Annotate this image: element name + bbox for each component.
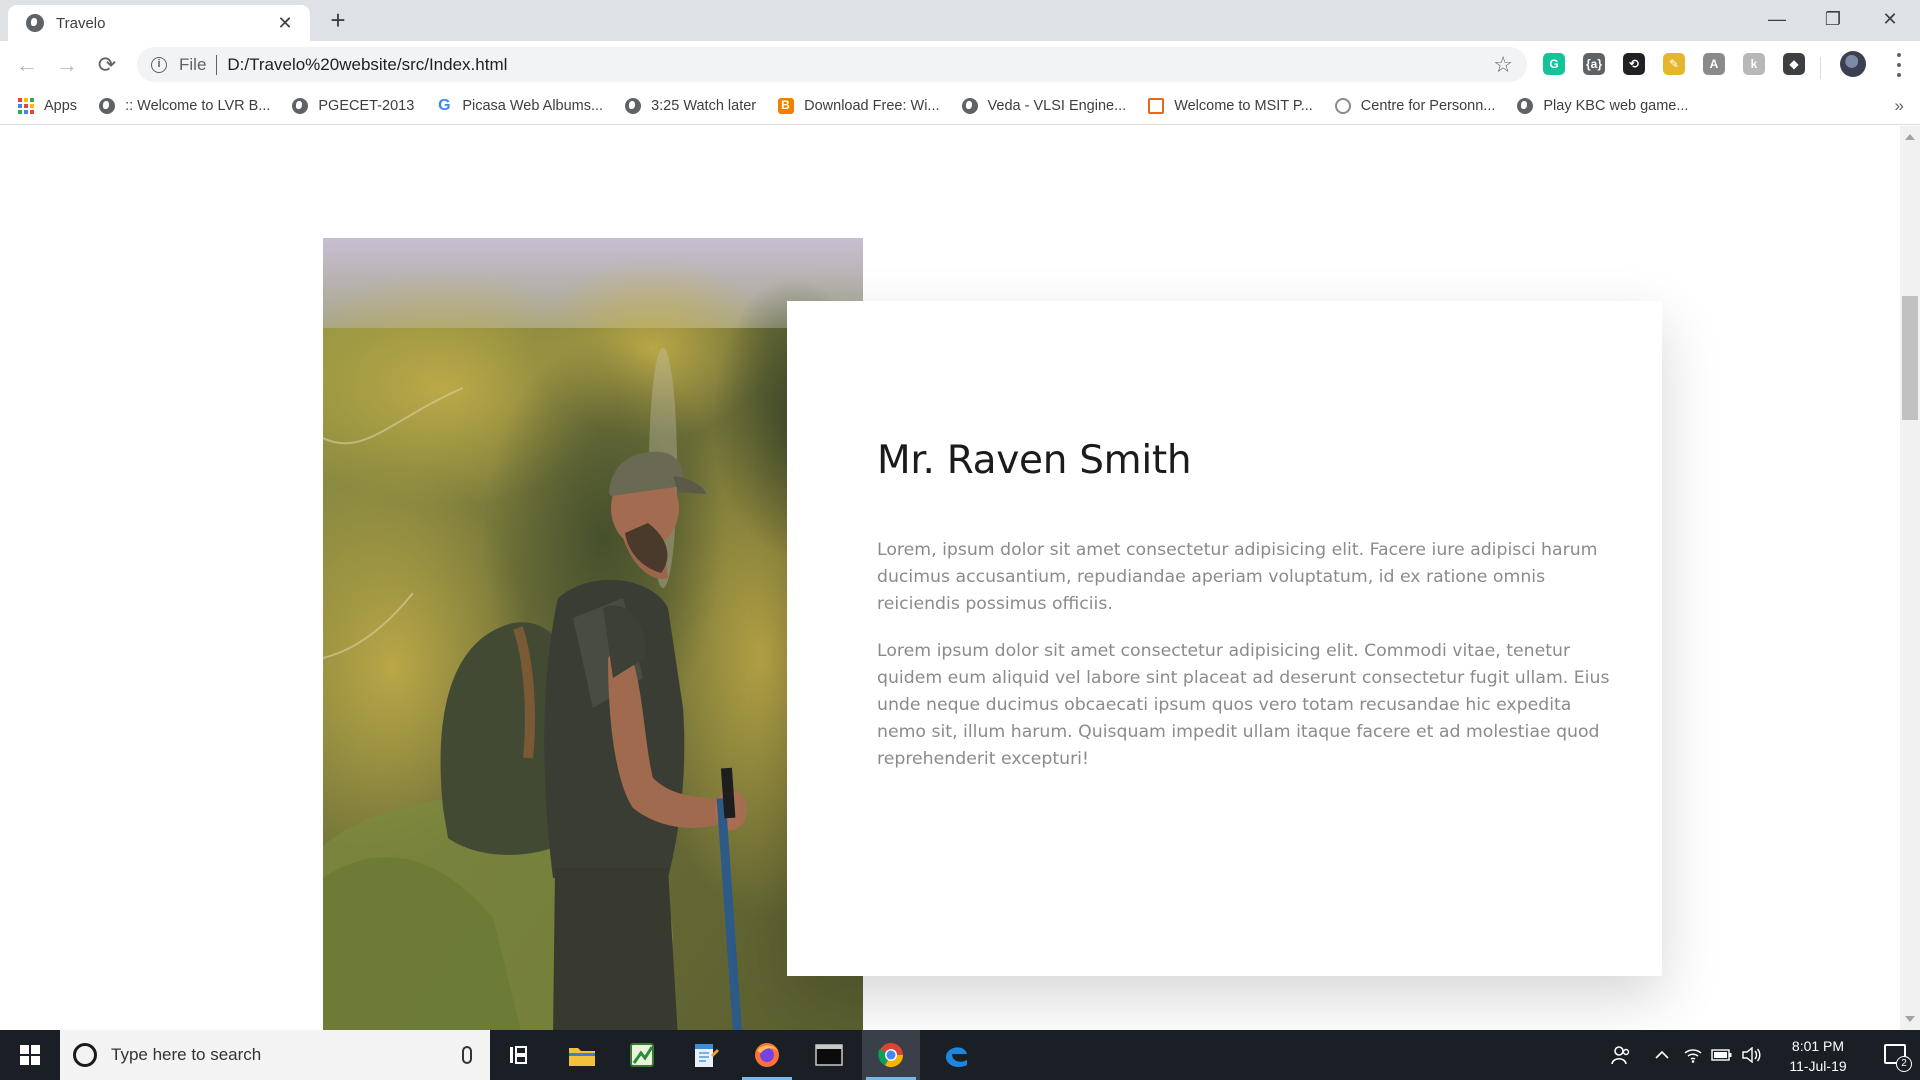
- page-scrollbar[interactable]: [1900, 126, 1920, 1030]
- globe-icon: [26, 14, 44, 32]
- scroll-up-icon[interactable]: [1905, 134, 1915, 140]
- excel-like-icon[interactable]: [614, 1030, 672, 1080]
- bookmark-label: Welcome to MSIT P...: [1174, 98, 1313, 114]
- scrollbar-thumb[interactable]: [1902, 296, 1918, 420]
- bookmark-label: 3:25 Watch later: [651, 98, 757, 114]
- taskbar-search-box[interactable]: Type here to search: [60, 1030, 490, 1080]
- sync-icon[interactable]: ⟲: [1623, 53, 1645, 75]
- globe-icon: [961, 98, 978, 114]
- globe-icon: [99, 98, 116, 114]
- globe-icon: [1517, 98, 1534, 114]
- notification-count-badge: 2: [1896, 1056, 1912, 1072]
- taskbar-clock[interactable]: 8:01 PM 11-Jul-19: [1778, 1036, 1858, 1076]
- bookmark-label: Apps: [44, 98, 78, 114]
- maximize-button[interactable]: ❐: [1805, 0, 1861, 38]
- bookmark-item[interactable]: Centre for Personn...: [1334, 98, 1496, 114]
- msit-icon: [1148, 98, 1165, 114]
- show-hidden-icons-chevron-icon[interactable]: [1649, 1030, 1675, 1080]
- cpd-icon: [1334, 98, 1351, 114]
- bookmarks-overflow-icon[interactable]: »: [1895, 96, 1904, 116]
- tab-travelo[interactable]: Travelo ✕: [8, 5, 310, 41]
- bookmark-item[interactable]: Play KBC web game...: [1517, 98, 1688, 114]
- page-viewport: Mr. Raven Smith Lorem, ipsum dolor sit a…: [0, 126, 1900, 1030]
- clock-time: 8:01 PM: [1791, 1038, 1845, 1054]
- scheme-separator: [216, 54, 218, 75]
- bookmark-label: PGECET-2013: [318, 98, 415, 114]
- layers-icon[interactable]: ◆: [1783, 53, 1805, 75]
- close-tab-icon[interactable]: ✕: [274, 13, 296, 34]
- new-tab-button[interactable]: +: [324, 6, 352, 34]
- cortana-icon: [73, 1043, 97, 1067]
- bookmark-item[interactable]: Welcome to MSIT P...: [1148, 98, 1313, 114]
- extension-k-icon[interactable]: k: [1743, 53, 1765, 75]
- volume-icon[interactable]: [1738, 1030, 1764, 1080]
- bookmark-label: :: Welcome to LVR B...: [125, 98, 271, 114]
- bookmark-label: Play KBC web game...: [1543, 98, 1689, 114]
- bookmark-star-icon[interactable]: ☆: [1493, 52, 1513, 78]
- tab-strip: Travelo ✕ + — ❐ ✕: [0, 0, 1920, 41]
- toolbar-divider: [1820, 57, 1821, 79]
- profile-paragraph-1: Lorem, ipsum dolor sit amet consectetur …: [877, 540, 1598, 614]
- angular-icon[interactable]: A: [1703, 53, 1725, 75]
- tab-title: Travelo: [56, 14, 106, 32]
- json-viewer-icon[interactable]: {a}: [1583, 53, 1605, 75]
- back-button[interactable]: ←: [11, 49, 43, 81]
- profile-paragraph-2: Lorem ipsum dolor sit amet consectetur a…: [877, 641, 1610, 769]
- windows-logo-icon: [20, 1045, 40, 1065]
- google-icon: G: [438, 97, 451, 114]
- grammarly-icon[interactable]: G: [1543, 53, 1565, 75]
- bookmark-label: Centre for Personn...: [1360, 98, 1496, 114]
- bookmark-label: Download Free: Wi...: [804, 98, 940, 114]
- profile-avatar[interactable]: [1840, 51, 1866, 77]
- info-icon[interactable]: i: [151, 56, 167, 73]
- firefox-icon[interactable]: [738, 1030, 796, 1080]
- scroll-down-icon[interactable]: [1905, 1016, 1915, 1022]
- clock-date: 11-Jul-19: [1789, 1058, 1847, 1074]
- profile-name: Mr. Raven Smith: [877, 438, 1192, 483]
- browser-menu-icon[interactable]: [1896, 53, 1902, 77]
- terminal-icon[interactable]: [800, 1030, 858, 1080]
- close-window-button[interactable]: ✕: [1862, 0, 1918, 38]
- microphone-icon[interactable]: [462, 1046, 472, 1064]
- url-text[interactable]: D:/Travelo%20website/src/Index.html: [227, 55, 507, 75]
- address-bar[interactable]: i File D:/Travelo%20website/src/Index.ht…: [137, 47, 1527, 82]
- globe-icon: [625, 98, 642, 114]
- chrome-icon[interactable]: [862, 1030, 920, 1080]
- color-picker-icon[interactable]: ✎: [1663, 53, 1685, 75]
- scheme-label: File: [179, 54, 207, 74]
- notepad-icon[interactable]: [676, 1030, 734, 1080]
- blogger-icon: [778, 98, 795, 114]
- bookmark-label: Veda - VLSI Engine...: [987, 98, 1127, 114]
- wifi-icon[interactable]: [1680, 1030, 1706, 1080]
- task-view-icon[interactable]: [491, 1030, 549, 1080]
- forward-button[interactable]: →: [51, 49, 83, 81]
- start-button[interactable]: [0, 1030, 60, 1080]
- minimize-button[interactable]: —: [1749, 0, 1805, 38]
- bookmark-item[interactable]: Download Free: Wi...: [778, 98, 940, 114]
- profile-card: Mr. Raven Smith Lorem, ipsum dolor sit a…: [787, 301, 1662, 976]
- file-explorer-icon[interactable]: [553, 1030, 611, 1080]
- bookmark-item[interactable]: 3:25 Watch later: [625, 98, 756, 114]
- apps-icon: [18, 98, 34, 114]
- edge-icon[interactable]: [927, 1030, 985, 1080]
- bookmark-item[interactable]: :: Welcome to LVR B...: [99, 98, 270, 114]
- people-icon[interactable]: [1605, 1030, 1637, 1080]
- search-placeholder: Type here to search: [111, 1045, 262, 1064]
- bookmark-item[interactable]: PGECET-2013: [292, 98, 414, 114]
- bookmark-item[interactable]: Apps: [18, 98, 77, 114]
- windows-taskbar: Type here to search 8:01 PM 11-Jul-19 2: [0, 1030, 1920, 1080]
- bookmark-label: Picasa Web Albums...: [462, 98, 604, 114]
- globe-icon: [292, 98, 309, 114]
- bookmark-item[interactable]: G Picasa Web Albums...: [436, 97, 604, 115]
- hiker-photo: [323, 238, 863, 1030]
- battery-icon[interactable]: [1709, 1030, 1735, 1080]
- browser-toolbar: ← → ⟳ i File D:/Travelo%20website/src/In…: [0, 41, 1920, 88]
- bookmarks-bar: Apps:: Welcome to LVR B... PGECET-2013 G Pi…: [0, 88, 1920, 125]
- reload-button[interactable]: ⟳: [91, 49, 123, 81]
- bookmark-item[interactable]: Veda - VLSI Engine...: [961, 98, 1127, 114]
